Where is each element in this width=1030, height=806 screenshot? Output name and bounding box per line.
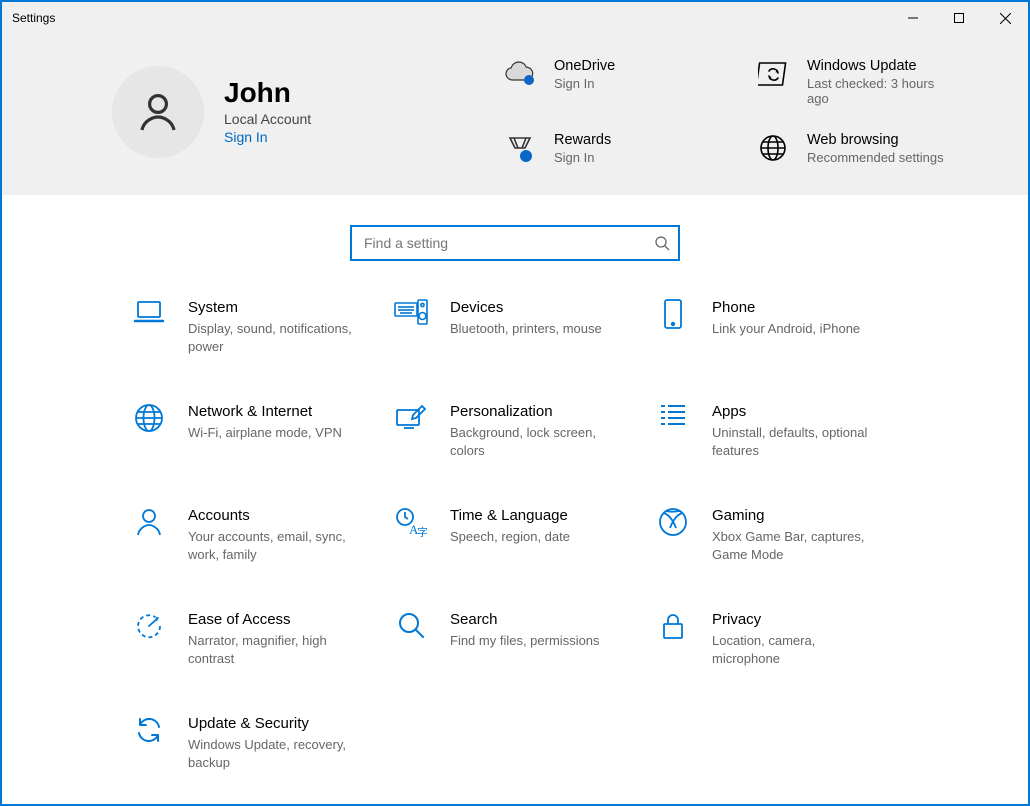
laptop-icon	[132, 299, 166, 355]
account-text: John Local Account Sign In	[224, 78, 311, 145]
quick-links: OneDrive Sign In Windows Update	[502, 58, 988, 165]
category-sub: Link your Android, iPhone	[712, 320, 860, 338]
ease-access-icon	[132, 611, 166, 667]
category-title: Search	[450, 611, 600, 628]
quicklink-sub: Last checked: 3 hours ago	[807, 76, 947, 106]
category-title: Time & Language	[450, 507, 570, 524]
category-system[interactable]: System Display, sound, notifications, pow…	[132, 299, 384, 355]
quicklink-windows-update[interactable]: Windows Update Last checked: 3 hours ago	[755, 58, 988, 106]
quicklink-text: Web browsing Recommended settings	[807, 132, 944, 165]
category-title: System	[188, 299, 358, 316]
category-title: Accounts	[188, 507, 358, 524]
category-title: Ease of Access	[188, 611, 358, 628]
quicklink-onedrive[interactable]: OneDrive Sign In	[502, 58, 735, 106]
globe-icon	[132, 403, 166, 459]
category-sub: Your accounts, email, sync, work, family	[188, 528, 358, 563]
category-time-language[interactable]: A 字 Time & Language Speech, region, date	[394, 507, 646, 563]
xbox-icon	[656, 507, 690, 563]
category-phone[interactable]: Phone Link your Android, iPhone	[656, 299, 908, 355]
quicklink-title: Web browsing	[807, 132, 944, 148]
category-title: Update & Security	[188, 715, 358, 732]
keyboard-speaker-icon	[394, 299, 428, 355]
category-title: Gaming	[712, 507, 882, 524]
header-region: John Local Account Sign In OneDrive Sign…	[2, 34, 1028, 195]
category-personalization[interactable]: Personalization Background, lock screen, …	[394, 403, 646, 459]
category-title: Phone	[712, 299, 860, 316]
pen-monitor-icon	[394, 403, 428, 459]
category-sub: Location, camera, microphone	[712, 632, 882, 667]
quicklink-title: OneDrive	[554, 58, 615, 74]
medal-icon	[502, 132, 538, 164]
maximize-button[interactable]	[936, 2, 982, 34]
category-devices[interactable]: Devices Bluetooth, printers, mouse	[394, 299, 646, 355]
category-title: Network & Internet	[188, 403, 342, 420]
lock-icon	[656, 611, 690, 667]
quicklink-rewards[interactable]: Rewards Sign In	[502, 132, 735, 165]
time-language-icon: A 字	[394, 507, 428, 563]
categories-grid: System Display, sound, notifications, pow…	[132, 299, 908, 771]
sync-icon	[132, 715, 166, 771]
close-button[interactable]	[982, 2, 1028, 34]
minimize-icon	[908, 13, 918, 23]
phone-icon	[656, 299, 690, 355]
quicklink-text: Rewards Sign In	[554, 132, 611, 165]
titlebar-controls	[890, 2, 1028, 34]
category-title: Privacy	[712, 611, 882, 628]
quicklink-text: OneDrive Sign In	[554, 58, 615, 91]
quicklink-sub: Sign In	[554, 150, 611, 165]
category-sub: Display, sound, notifications, power	[188, 320, 358, 355]
category-sub: Wi-Fi, airplane mode, VPN	[188, 424, 342, 442]
category-sub: Find my files, permissions	[450, 632, 600, 650]
globe-icon	[755, 132, 791, 162]
avatar	[112, 66, 204, 158]
account-block: John Local Account Sign In	[112, 58, 492, 165]
window-title: Settings	[12, 11, 55, 25]
category-ease-of-access[interactable]: Ease of Access Narrator, magnifier, high …	[132, 611, 384, 667]
category-accounts[interactable]: Accounts Your accounts, email, sync, work…	[132, 507, 384, 563]
account-type: Local Account	[224, 111, 311, 127]
categories-region: System Display, sound, notifications, pow…	[2, 279, 1028, 781]
category-sub: Windows Update, recovery, backup	[188, 736, 358, 771]
maximize-icon	[954, 13, 964, 23]
category-apps[interactable]: Apps Uninstall, defaults, optional featur…	[656, 403, 908, 459]
category-sub: Uninstall, defaults, optional features	[712, 424, 882, 459]
close-icon	[1000, 13, 1011, 24]
sync-arrows-icon	[755, 58, 791, 88]
category-sub: Xbox Game Bar, captures, Game Mode	[712, 528, 882, 563]
account-signin-link[interactable]: Sign In	[224, 129, 311, 145]
category-sub: Narrator, magnifier, high contrast	[188, 632, 358, 667]
search-icon	[654, 235, 670, 251]
category-sub: Speech, region, date	[450, 528, 570, 546]
category-title: Devices	[450, 299, 602, 316]
quicklink-title: Windows Update	[807, 58, 947, 74]
cloud-icon	[502, 58, 538, 86]
quicklink-web-browsing[interactable]: Web browsing Recommended settings	[755, 132, 988, 165]
quicklink-sub: Sign In	[554, 76, 615, 91]
quicklink-title: Rewards	[554, 132, 611, 148]
category-update-security[interactable]: Update & Security Windows Update, recover…	[132, 715, 384, 771]
titlebar: Settings	[2, 2, 1028, 34]
category-title: Personalization	[450, 403, 620, 420]
category-title: Apps	[712, 403, 882, 420]
search-input[interactable]	[362, 234, 654, 252]
category-sub: Bluetooth, printers, mouse	[450, 320, 602, 338]
account-name: John	[224, 78, 311, 107]
apps-list-icon	[656, 403, 690, 459]
quicklink-sub: Recommended settings	[807, 150, 944, 165]
settings-window: Settings John Local Account	[0, 0, 1030, 806]
category-network[interactable]: Network & Internet Wi-Fi, airplane mode, …	[132, 403, 384, 459]
category-gaming[interactable]: Gaming Xbox Game Bar, captures, Game Mode	[656, 507, 908, 563]
search-box[interactable]	[350, 225, 680, 261]
person-icon	[132, 507, 166, 563]
category-privacy[interactable]: Privacy Location, camera, microphone	[656, 611, 908, 667]
magnifier-icon	[394, 611, 428, 667]
category-search[interactable]: Search Find my files, permissions	[394, 611, 646, 667]
svg-text:字: 字	[417, 525, 427, 537]
quicklink-text: Windows Update Last checked: 3 hours ago	[807, 58, 947, 106]
user-outline-icon	[134, 88, 182, 136]
category-sub: Background, lock screen, colors	[450, 424, 620, 459]
search-region	[2, 195, 1028, 279]
minimize-button[interactable]	[890, 2, 936, 34]
